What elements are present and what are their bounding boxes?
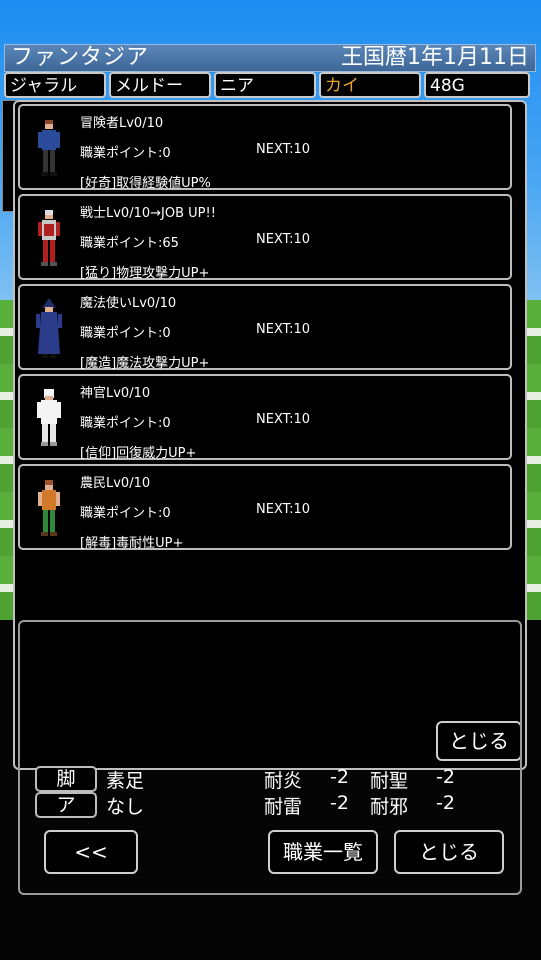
job-name: 冒険者Lv0/10 [80,116,164,131]
job-entry-warrior[interactable]: 戦士Lv0/10→JOB UP!! 職業ポイント:65 NEXT:10 [猛り]… [18,194,512,281]
job-name: 神官Lv0/10 [80,386,151,401]
party-tab-label: メルドー [115,76,183,96]
equipped-item: 素足 [106,770,145,792]
job-skill: [魔造]魔法攻撃力UP+ [80,356,210,371]
job-skill: [信仰]回復威力UP+ [80,446,197,461]
party-tab-kai[interactable]: カイ [319,72,421,98]
job-name: 魔法使いLv0/10 [80,296,177,311]
job-skill: [解毒]毒耐性UP+ [80,536,184,551]
job-entry-adventurer[interactable]: 冒険者Lv0/10 職業ポイント:0 NEXT:10 [好奇]取得経験値UP% [18,104,512,191]
job-entry-priest[interactable]: 神官Lv0/10 職業ポイント:0 NEXT:10 [信仰]回復威力UP+ [18,374,512,461]
priest-sprite-icon [37,389,61,446]
job-name: 農民Lv0/10 [80,476,151,491]
equipped-item: なし [106,796,145,818]
gold-display: 48G [424,72,530,98]
resistance-label: 耐聖 [370,770,409,792]
job-next: NEXT:10 [256,232,311,247]
party-tab-meldo[interactable]: メルドー [109,72,211,98]
game-title: ファンタジア [11,45,150,70]
party-tab-nia[interactable]: ニア [214,72,316,98]
farmer-sprite-icon [38,480,60,536]
job-next: NEXT:10 [256,412,311,427]
job-next: NEXT:10 [256,502,311,517]
job-skill: [猛り]物理攻撃力UP+ [80,266,210,281]
job-points: 職業ポイント:0 [80,146,171,161]
calendar-date: 王国暦1年1月11日 [341,45,529,70]
resistance-value: -2 [330,792,349,814]
job-next: NEXT:10 [256,142,311,157]
slot-accessory-button[interactable]: ア [35,792,97,818]
job-entry-mage[interactable]: 魔法使いLv0/10 職業ポイント:0 NEXT:10 [魔造]魔法攻撃力UP+ [18,284,512,371]
warrior-sprite-icon [38,210,60,266]
job-entry-farmer[interactable]: 農民Lv0/10 職業ポイント:0 NEXT:10 [解毒]毒耐性UP+ [18,464,512,551]
close-button[interactable]: とじる [394,830,504,874]
resistance-label: 耐炎 [264,770,303,792]
back-button[interactable]: << [44,830,138,874]
job-points: 職業ポイント:0 [80,506,171,521]
party-tab-jalal[interactable]: ジャラル [4,72,106,98]
gold-amount: 48G [430,76,465,96]
job-next: NEXT:10 [256,322,311,337]
resistance-label: 耐邪 [370,796,409,818]
party-tab-label: カイ [325,76,359,96]
resistance-value: -2 [436,766,455,788]
party-tab-label: ニア [220,76,254,96]
mage-sprite-icon [36,298,62,358]
slot-legs-button[interactable]: 脚 [35,766,97,792]
job-points: 職業ポイント:0 [80,416,171,431]
resistance-value: -2 [436,792,455,814]
party-tab-label: ジャラル [10,76,78,96]
job-points: 職業ポイント:65 [80,236,179,251]
job-points: 職業ポイント:0 [80,326,171,341]
job-name: 戦士Lv0/10→JOB UP!! [80,206,216,221]
adventurer-sprite-icon [38,120,60,176]
title-bar: ファンタジア 王国暦1年1月11日 [4,44,536,72]
resistance-label: 耐雷 [264,796,303,818]
job-skill: [好奇]取得経験値UP% [80,176,211,191]
job-list-button[interactable]: 職業一覧 [268,830,378,874]
resistance-value: -2 [330,766,349,788]
